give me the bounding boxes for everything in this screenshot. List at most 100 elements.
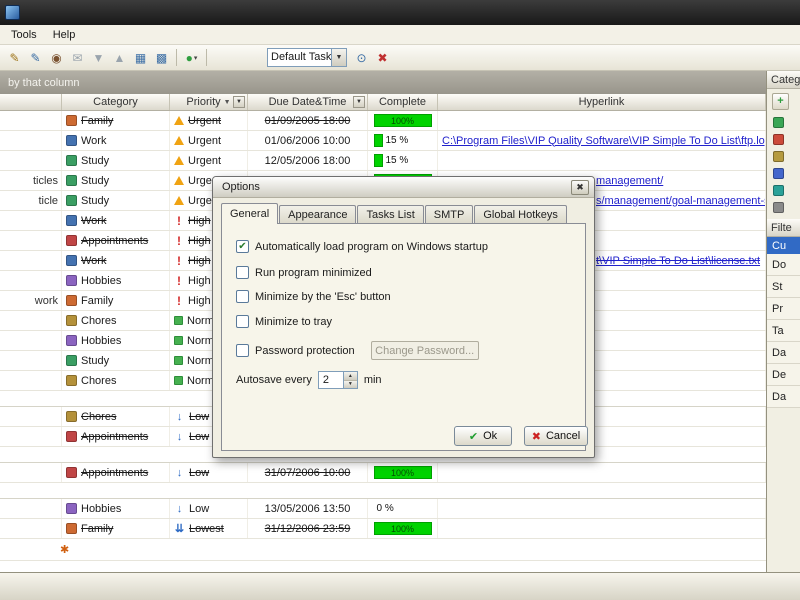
filter-row-3[interactable]: Pr bbox=[767, 298, 800, 320]
task-name-cell bbox=[0, 131, 62, 150]
app-icon bbox=[5, 5, 20, 20]
filter-row-6[interactable]: De bbox=[767, 364, 800, 386]
spin-up-icon[interactable]: ▲ bbox=[343, 372, 357, 381]
progress-bar: 0 % bbox=[374, 502, 432, 515]
filter-row-1[interactable]: Do bbox=[767, 254, 800, 276]
dialog-title-bar[interactable]: Options ✖ bbox=[213, 177, 594, 198]
table-row[interactable]: Appointments ↓ Low 31/07/2006 10:00 100% bbox=[0, 463, 766, 483]
task-name-cell bbox=[0, 407, 62, 426]
checkbox-unchecked-icon[interactable] bbox=[236, 315, 249, 328]
add-category-icon[interactable]: + bbox=[772, 92, 789, 110]
task-name-cell bbox=[0, 499, 62, 518]
priority-normal-icon bbox=[174, 376, 183, 385]
filter-row-4[interactable]: Ta bbox=[767, 320, 800, 342]
import-icon[interactable]: ▼ bbox=[88, 48, 109, 68]
change-password-button[interactable]: Change Password... bbox=[370, 341, 479, 360]
table-row[interactable]: Hobbies ↓ Low 13/05/2006 13:50 0 % bbox=[0, 499, 766, 519]
column-header-priority[interactable]: Priority ▼ ▼ bbox=[170, 94, 248, 110]
tab-smtp[interactable]: SMTP bbox=[424, 205, 474, 224]
table-row[interactable]: Family ⇊ Lowest 31/12/2006 23:59 100% bbox=[0, 519, 766, 539]
column-header-hyperlink[interactable]: Hyperlink bbox=[438, 94, 766, 110]
category-family-icon bbox=[66, 295, 77, 306]
filter-row-2[interactable]: St bbox=[767, 276, 800, 298]
menu-tools[interactable]: Tools bbox=[3, 27, 45, 43]
checkbox-unchecked-icon[interactable] bbox=[236, 344, 249, 357]
category-label: Work bbox=[81, 254, 107, 267]
category-study-icon bbox=[66, 175, 77, 186]
table-row[interactable]: Family Urgent 01/09/2005 18:00 100% bbox=[0, 111, 766, 131]
cancel-button[interactable]: ✖ Cancel bbox=[524, 426, 588, 446]
category-label: Family bbox=[81, 294, 114, 307]
close-icon[interactable]: ✖ bbox=[571, 179, 589, 195]
status-bar bbox=[0, 572, 800, 600]
tab-general[interactable]: General bbox=[221, 203, 279, 224]
tab-global-hotkeys[interactable]: Global Hotkeys bbox=[474, 205, 567, 224]
checkbox-unchecked-icon[interactable] bbox=[236, 290, 249, 303]
priority-label: Urgent bbox=[188, 114, 222, 127]
grid-view-icon[interactable]: ▦ bbox=[130, 48, 151, 68]
priority-urgent-icon bbox=[174, 176, 184, 185]
autosave-spinner[interactable]: 2 ▲ ▼ bbox=[317, 371, 358, 389]
delete-task-icon[interactable]: ✖ bbox=[372, 48, 393, 68]
autosave-unit: min bbox=[363, 374, 382, 386]
category-list-icon-5[interactable] bbox=[773, 185, 784, 196]
export-icon[interactable]: ▲ bbox=[109, 48, 130, 68]
category-list-icon-1[interactable] bbox=[773, 117, 784, 128]
task-hyperlink[interactable]: s/management/goal-management-software bbox=[596, 195, 765, 207]
column-header-complete[interactable]: Complete bbox=[368, 94, 438, 110]
new-task-row[interactable]: ✱ bbox=[0, 539, 766, 561]
priority-label: Low bbox=[189, 466, 210, 479]
task-name-cell bbox=[0, 271, 62, 290]
category-study-icon bbox=[66, 195, 77, 206]
find-icon[interactable]: ⊙ bbox=[351, 48, 372, 68]
category-list-icon-6[interactable] bbox=[773, 202, 784, 213]
category-list-icon-3[interactable] bbox=[773, 151, 784, 162]
edit-task-icon[interactable]: ✎ bbox=[25, 48, 46, 68]
dialog-tabs: General Appearance Tasks List SMTP Global Ho… bbox=[213, 198, 594, 224]
sync-icon[interactable]: ● ▾ bbox=[181, 48, 202, 68]
priority-filter-icon[interactable]: ▼ bbox=[233, 96, 245, 108]
priority-urgent-icon bbox=[174, 116, 184, 125]
task-view-combobox[interactable]: Default Task V ▼ bbox=[267, 48, 347, 67]
sort-desc-icon: ▼ bbox=[223, 98, 231, 106]
category-label: Hobbies bbox=[81, 274, 122, 287]
tab-tasks-list[interactable]: Tasks List bbox=[357, 205, 424, 224]
chevron-down-icon[interactable]: ▼ bbox=[331, 49, 346, 66]
new-task-icon[interactable]: ✎ bbox=[4, 48, 25, 68]
due-filter-icon[interactable]: ▼ bbox=[353, 96, 365, 108]
checkbox-unchecked-icon[interactable] bbox=[236, 266, 249, 279]
chevron-down-icon: ▾ bbox=[193, 54, 198, 62]
filter-row-5[interactable]: Da bbox=[767, 342, 800, 364]
category-label: Hobbies bbox=[81, 502, 122, 515]
column-header-category[interactable]: Category bbox=[62, 94, 170, 110]
table-row[interactable]: Work Urgent 01/06/2006 10:00 15 % C:\Program… bbox=[0, 131, 766, 151]
category-list-icon-4[interactable] bbox=[773, 168, 784, 179]
column-header-task-name[interactable] bbox=[0, 94, 62, 110]
tab-appearance[interactable]: Appearance bbox=[279, 205, 357, 224]
checkbox-checked-icon[interactable]: ✔ bbox=[236, 240, 249, 253]
categories-toolbar: + bbox=[767, 89, 800, 113]
hyperlink-cell bbox=[438, 463, 766, 482]
category-list-icon-2[interactable] bbox=[773, 134, 784, 145]
category-label: Chores bbox=[81, 410, 117, 423]
table-row[interactable]: Study Urgent 12/05/2006 18:00 15 % bbox=[0, 151, 766, 171]
view-task-icon[interactable]: ◉ bbox=[46, 48, 67, 68]
ok-button[interactable]: ✔ Ok bbox=[454, 426, 512, 446]
hyperlink-cell bbox=[438, 111, 766, 130]
title-bar bbox=[0, 0, 800, 25]
filter-preset-selected[interactable]: Cu bbox=[767, 237, 800, 254]
category-label: Appointments bbox=[81, 430, 149, 443]
mail-icon[interactable]: ✉ bbox=[67, 48, 88, 68]
task-hyperlink[interactable]: C:\Program Files\VIP Quality Software\VI… bbox=[442, 135, 765, 147]
column-header-due[interactable]: Due Date&Time ▼ bbox=[248, 94, 368, 110]
menu-help[interactable]: Help bbox=[45, 27, 84, 43]
spin-down-icon[interactable]: ▼ bbox=[343, 380, 357, 388]
task-hyperlink[interactable]: t\VIP Simple To Do List\license.txt bbox=[596, 255, 760, 267]
filter-row-7[interactable]: Da bbox=[767, 386, 800, 408]
columns-icon[interactable]: ▩ bbox=[151, 48, 172, 68]
category-cell: Appointments bbox=[62, 231, 170, 250]
new-item-icon: ✱ bbox=[60, 544, 70, 556]
task-hyperlink[interactable]: management/ bbox=[596, 175, 663, 187]
priority-low-icon: ↓ bbox=[176, 466, 183, 479]
priority-high-icon: ! bbox=[177, 233, 181, 248]
